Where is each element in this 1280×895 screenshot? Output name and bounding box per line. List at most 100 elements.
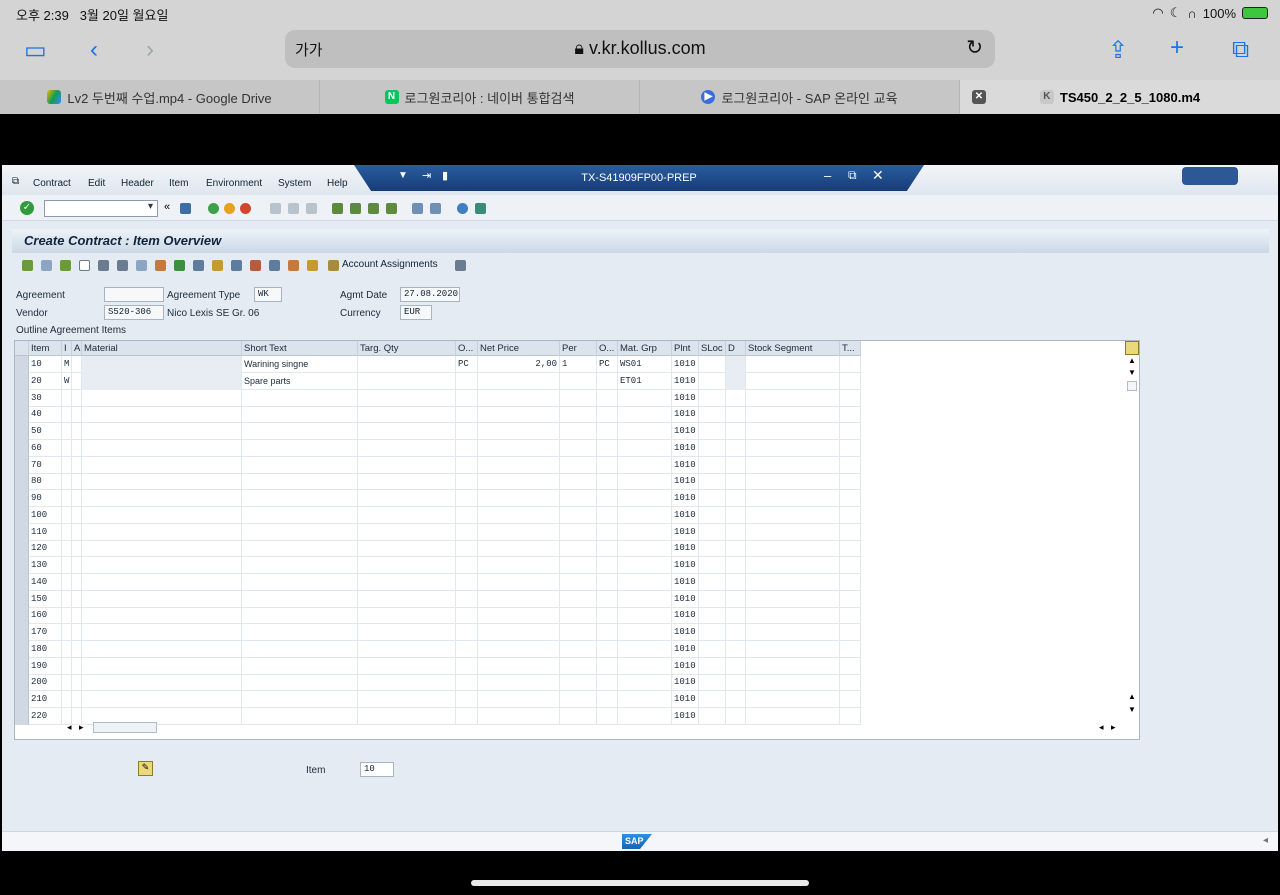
cell-material[interactable] bbox=[82, 372, 242, 390]
cell-short-text[interactable] bbox=[242, 456, 358, 474]
cell-item[interactable]: 110 bbox=[29, 523, 62, 541]
col-order-unit[interactable]: O... bbox=[456, 341, 478, 356]
cell-item[interactable]: 70 bbox=[29, 456, 62, 474]
row-selector[interactable] bbox=[15, 573, 29, 591]
cell-sloc[interactable] bbox=[699, 674, 726, 692]
cell-targ-qty[interactable] bbox=[358, 607, 456, 625]
cell-per[interactable] bbox=[560, 640, 597, 658]
cell-mat-grp[interactable] bbox=[618, 389, 672, 407]
cell-material[interactable] bbox=[82, 423, 242, 440]
next-page-icon[interactable] bbox=[368, 203, 379, 214]
cell-net-price[interactable] bbox=[478, 557, 560, 574]
cell-d[interactable] bbox=[726, 557, 746, 574]
cell-sloc[interactable] bbox=[699, 439, 726, 457]
cell-i[interactable] bbox=[62, 456, 72, 474]
item-detail-icon[interactable] bbox=[41, 260, 52, 271]
col-targ-qty[interactable]: Targ. Qty bbox=[358, 341, 456, 356]
col-plnt[interactable]: Plnt bbox=[672, 341, 699, 356]
scroll-right-icon[interactable]: ▸ bbox=[79, 722, 84, 733]
row-selector[interactable] bbox=[15, 523, 29, 541]
help-icon[interactable] bbox=[457, 203, 468, 214]
agmt-date-field[interactable]: 27.08.2020 bbox=[400, 287, 460, 302]
share-icon[interactable]: ⇪ bbox=[1108, 36, 1128, 65]
cell-d[interactable] bbox=[726, 473, 746, 491]
cell-mat-grp[interactable] bbox=[618, 423, 672, 440]
cell-t[interactable] bbox=[840, 523, 861, 541]
cell-plnt[interactable]: 1010 bbox=[672, 406, 699, 424]
cell-o2[interactable] bbox=[597, 573, 618, 591]
cell-d[interactable] bbox=[726, 540, 746, 558]
cell-targ-qty[interactable] bbox=[358, 473, 456, 491]
cell-material[interactable] bbox=[82, 439, 242, 457]
cell-o1[interactable] bbox=[456, 590, 478, 608]
cell-material[interactable] bbox=[82, 389, 242, 407]
close-tab-icon[interactable]: ✕ bbox=[972, 90, 986, 104]
cell-material[interactable] bbox=[82, 607, 242, 625]
cell-d[interactable] bbox=[726, 490, 746, 507]
col-d[interactable]: D bbox=[726, 341, 746, 356]
cell-a[interactable] bbox=[72, 540, 82, 558]
cell-per[interactable] bbox=[560, 473, 597, 491]
vertical-scrollbar[interactable]: ▲ ▼ ▲ ▼ bbox=[1125, 341, 1139, 721]
cell-i[interactable] bbox=[62, 557, 72, 574]
cell-i[interactable] bbox=[62, 624, 72, 641]
cell-plnt[interactable]: 1010 bbox=[672, 506, 699, 524]
cell-stock-segment[interactable] bbox=[746, 557, 840, 574]
cell-material[interactable] bbox=[82, 356, 242, 373]
cell-d[interactable] bbox=[726, 607, 746, 625]
cell-net-price[interactable] bbox=[478, 506, 560, 524]
cell-o2[interactable] bbox=[597, 607, 618, 625]
cell-short-text[interactable]: Spare parts bbox=[242, 372, 358, 390]
cell-i[interactable] bbox=[62, 640, 72, 658]
select-all-cell[interactable] bbox=[15, 341, 29, 356]
cell-sloc[interactable] bbox=[699, 372, 726, 390]
cell-sloc[interactable] bbox=[699, 590, 726, 608]
cell-a[interactable] bbox=[72, 506, 82, 524]
cell-item[interactable]: 160 bbox=[29, 607, 62, 625]
collapse-icon[interactable]: « bbox=[164, 201, 170, 213]
cell-short-text[interactable] bbox=[242, 573, 358, 591]
menu-contract[interactable]: Contract bbox=[33, 178, 71, 189]
cell-mat-grp[interactable] bbox=[618, 540, 672, 558]
cell-i[interactable] bbox=[62, 473, 72, 491]
printer-icon[interactable] bbox=[193, 260, 204, 271]
cell-o2[interactable] bbox=[597, 657, 618, 675]
cell-targ-qty[interactable] bbox=[358, 674, 456, 692]
cell-sloc[interactable] bbox=[699, 657, 726, 675]
cell-o1[interactable] bbox=[456, 573, 478, 591]
cell-i[interactable] bbox=[62, 423, 72, 440]
cell-a[interactable] bbox=[72, 423, 82, 440]
cell-per[interactable] bbox=[560, 691, 597, 708]
col-mat-grp[interactable]: Mat. Grp bbox=[618, 341, 672, 356]
scroll-right-end-icon[interactable]: ▸ bbox=[1111, 722, 1116, 733]
row-selector[interactable] bbox=[15, 674, 29, 692]
cell-short-text[interactable] bbox=[242, 657, 358, 675]
cell-short-text[interactable] bbox=[242, 540, 358, 558]
cell-stock-segment[interactable] bbox=[746, 640, 840, 658]
cell-plnt[interactable]: 1010 bbox=[672, 372, 699, 390]
cell-targ-qty[interactable] bbox=[358, 439, 456, 457]
cell-t[interactable] bbox=[840, 372, 861, 390]
cell-i[interactable] bbox=[62, 540, 72, 558]
find-next-icon[interactable] bbox=[306, 203, 317, 214]
cell-o2[interactable] bbox=[597, 490, 618, 507]
menu-help[interactable]: Help bbox=[327, 178, 348, 189]
cell-plnt[interactable]: 1010 bbox=[672, 423, 699, 440]
scroll-up-icon[interactable]: ▲ bbox=[1128, 356, 1136, 365]
cell-net-price[interactable] bbox=[478, 372, 560, 390]
cell-item[interactable]: 210 bbox=[29, 691, 62, 708]
cell-plnt[interactable]: 1010 bbox=[672, 439, 699, 457]
currency-field[interactable]: EUR bbox=[400, 305, 432, 320]
find-icon[interactable] bbox=[288, 203, 299, 214]
cell-sloc[interactable] bbox=[699, 423, 726, 440]
cell-plnt[interactable]: 1010 bbox=[672, 657, 699, 675]
cell-short-text[interactable] bbox=[242, 674, 358, 692]
cell-a[interactable] bbox=[72, 456, 82, 474]
cell-item[interactable]: 100 bbox=[29, 506, 62, 524]
cell-plnt[interactable]: 1010 bbox=[672, 473, 699, 491]
cell-mat-grp[interactable] bbox=[618, 557, 672, 574]
col-per[interactable]: Per bbox=[560, 341, 597, 356]
cell-o1[interactable] bbox=[456, 372, 478, 390]
new-session-icon[interactable] bbox=[412, 203, 423, 214]
cell-i[interactable] bbox=[62, 523, 72, 541]
